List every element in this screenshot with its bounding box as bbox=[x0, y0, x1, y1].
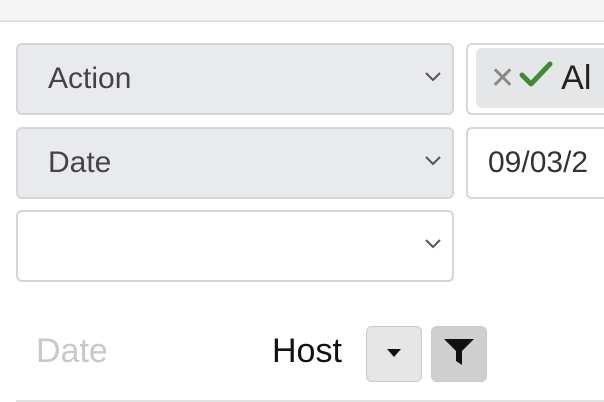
chevron-down-icon bbox=[424, 151, 442, 169]
chevron-down-icon bbox=[424, 67, 442, 85]
filter-field-select-empty[interactable] bbox=[16, 210, 454, 282]
date-input-value: 09/03/2 bbox=[488, 146, 589, 179]
caret-down-icon bbox=[386, 345, 402, 363]
filter-field-select-value: Action bbox=[48, 62, 132, 95]
check-icon bbox=[519, 59, 553, 98]
filter-field-select-action[interactable]: Action bbox=[16, 43, 454, 115]
column-header-date[interactable]: Date bbox=[36, 332, 108, 371]
filter-icon bbox=[443, 338, 475, 371]
chevron-down-icon bbox=[424, 234, 442, 252]
date-input[interactable]: 09/03/2 bbox=[466, 127, 604, 199]
filter-value-chip-label: Al bbox=[561, 58, 592, 97]
column-header-host[interactable]: Host bbox=[272, 332, 342, 371]
filter-field-select-value: Date bbox=[48, 146, 112, 179]
filter-field-select-date[interactable]: Date bbox=[16, 127, 454, 199]
top-bar bbox=[0, 0, 604, 22]
filter-button[interactable] bbox=[431, 326, 487, 382]
filter-value-chip: ✕ Al bbox=[476, 48, 604, 108]
remove-icon[interactable]: ✕ bbox=[490, 61, 515, 96]
sort-dropdown-button[interactable] bbox=[366, 326, 422, 382]
